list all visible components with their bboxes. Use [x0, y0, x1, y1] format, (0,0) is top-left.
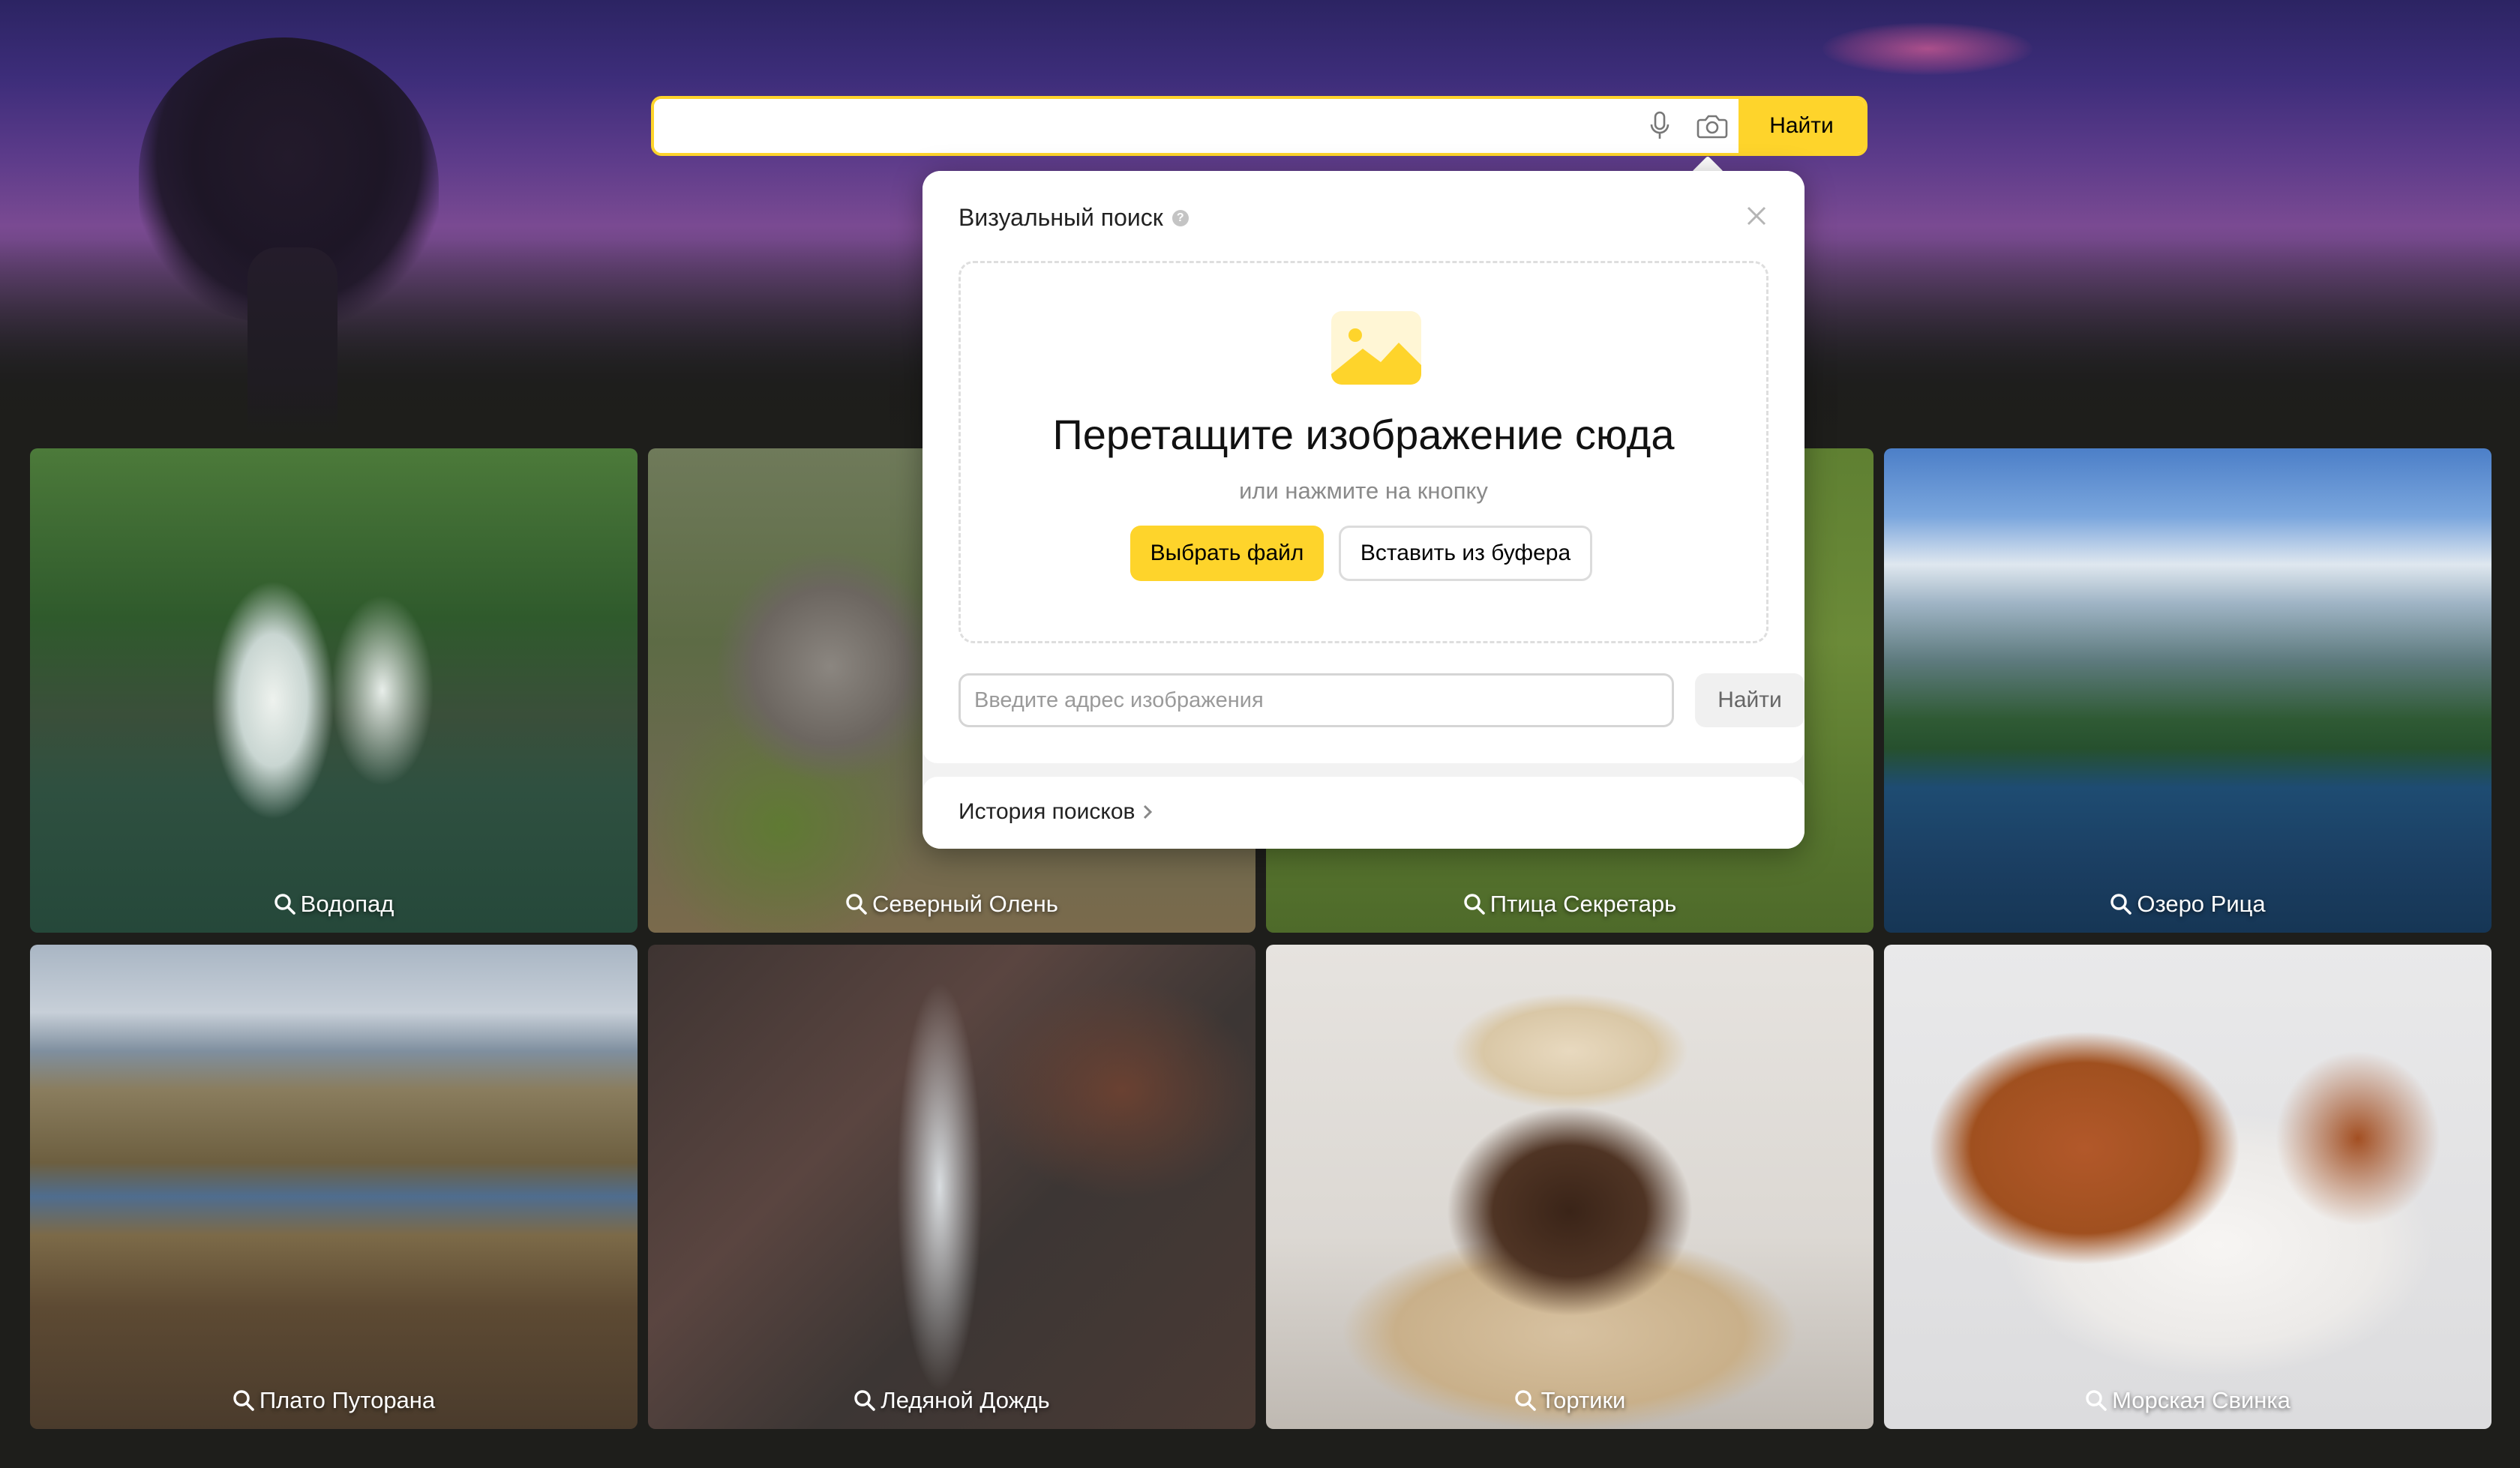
search-icon [2086, 1390, 2107, 1411]
tile-guinea-pig[interactable]: Морская Свинка [1884, 945, 2492, 1429]
camera-search-icon[interactable] [1686, 99, 1738, 153]
tile-caption: Озеро Рица [1884, 891, 2492, 918]
tile-label: Водопад [300, 891, 394, 917]
hero-pink-cloud [1822, 22, 2032, 75]
tile-ice-rain[interactable]: Ледяной Дождь [648, 945, 1256, 1429]
close-icon[interactable] [1742, 201, 1772, 231]
help-icon[interactable]: ? [1172, 209, 1189, 226]
search-history-panel: История поисков [922, 777, 1804, 849]
search-icon [2110, 894, 2132, 915]
tile-caption: Тортики [1266, 1387, 1874, 1414]
search-history-label: История поисков [958, 799, 1136, 824]
image-url-input[interactable] [958, 673, 1674, 727]
tile-label: Тортики [1540, 1387, 1626, 1413]
search-icon [274, 894, 296, 915]
search-input[interactable] [654, 99, 1634, 153]
tile-label: Северный Олень [872, 891, 1058, 917]
popup-main-panel: Визуальный поиск ? Перетащите изображени… [922, 171, 1804, 763]
tile-waterfall[interactable]: Водопад [30, 448, 638, 933]
image-placeholder-icon [1330, 310, 1423, 390]
search-history-link[interactable]: История поисков [958, 799, 1153, 825]
search-icon [1464, 894, 1485, 915]
tile-label: Озеро Рица [2137, 891, 2266, 917]
tile-caption: Водопад [30, 891, 638, 918]
search-icon [1514, 1390, 1536, 1411]
search-bar: Найти [651, 96, 1868, 156]
search-icon [233, 1390, 254, 1411]
search-icon [854, 1390, 876, 1411]
dropzone-subtitle: или нажмите на кнопку [1239, 478, 1488, 504]
tile-cakes[interactable]: Тортики [1266, 945, 1874, 1429]
microphone-icon[interactable] [1634, 99, 1686, 153]
search-find-button[interactable]: Найти [1738, 99, 1864, 153]
tile-caption: Морская Свинка [1884, 1387, 2492, 1414]
visual-search-popup: Визуальный поиск ? Перетащите изображени… [922, 171, 1804, 849]
search-icon [846, 894, 867, 915]
paste-from-clipboard-button[interactable]: Вставить из буфера [1339, 526, 1592, 581]
tile-putorana-plateau[interactable]: Плато Путорана [30, 945, 638, 1429]
image-dropzone[interactable]: Перетащите изображение сюда или нажмите … [958, 261, 1768, 643]
tile-caption: Плато Путорана [30, 1387, 638, 1414]
chevron-right-icon [1144, 804, 1153, 819]
popup-title: Визуальный поиск ? [958, 204, 1189, 232]
tile-caption: Птица Секретарь [1266, 891, 1874, 918]
tile-caption: Ледяной Дождь [648, 1387, 1256, 1414]
tile-lake-ritsa[interactable]: Озеро Рица [1884, 448, 2492, 933]
tile-label: Птица Секретарь [1490, 891, 1677, 917]
url-find-button[interactable]: Найти [1695, 673, 1804, 727]
hero-smoke-column [248, 247, 338, 435]
tile-caption: Северный Олень [648, 891, 1256, 918]
popup-title-text: Визуальный поиск [958, 204, 1163, 231]
tile-label: Морская Свинка [2112, 1387, 2290, 1413]
dropzone-title: Перетащите изображение сюда [1052, 411, 1675, 458]
tile-label: Плато Путорана [259, 1387, 436, 1413]
choose-file-button[interactable]: Выбрать файл [1130, 526, 1324, 581]
tile-label: Ледяной Дождь [880, 1387, 1050, 1413]
